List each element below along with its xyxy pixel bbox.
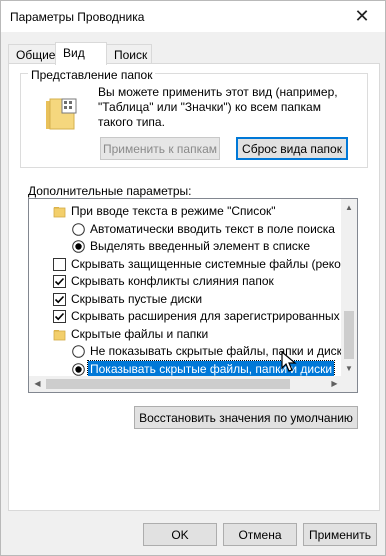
- explorer-options-dialog: Параметры Проводника ✕ Общие Вид Поиск П…: [0, 0, 386, 556]
- cancel-button[interactable]: Отмена: [223, 523, 297, 546]
- tree-row[interactable]: Выделять введенный элемент в списке: [29, 238, 343, 255]
- mouse-pointer-icon: [281, 351, 297, 372]
- tree-row-label: При вводе текста в режиме "Список": [71, 204, 276, 218]
- radio-icon[interactable]: [72, 345, 85, 358]
- tree-row[interactable]: Скрывать расширения для зарегистрированн…: [29, 308, 343, 325]
- horizontal-scrollbar[interactable]: ◀ ▶: [29, 376, 343, 392]
- tree-row[interactable]: Скрывать пустые диски: [29, 291, 343, 308]
- folder-view-description: Вы можете применить этот вид (например, …: [98, 85, 338, 129]
- restore-defaults-button[interactable]: Восстановить значения по умолчанию: [134, 406, 358, 429]
- folder-icon: [53, 207, 66, 218]
- checkbox-checked-icon[interactable]: [53, 310, 66, 323]
- apply-to-folders-button[interactable]: Применить к папкам: [100, 137, 220, 160]
- close-icon: ✕: [354, 6, 370, 26]
- tree-row[interactable]: Скрывать конфликты слияния папок: [29, 273, 343, 290]
- vertical-scroll-thumb[interactable]: [344, 311, 354, 359]
- tree-row-label: Выделять введенный элемент в списке: [90, 239, 310, 253]
- tree-row-label: Скрывать расширения для зарегистрированн…: [71, 309, 343, 323]
- vertical-scrollbar[interactable]: ▲ ▼: [341, 199, 357, 377]
- tree-row-label: Скрывать защищенные системные файлы (рек…: [71, 256, 343, 271]
- apply-button[interactable]: Применить: [303, 523, 377, 546]
- tab-general[interactable]: Общие: [8, 44, 56, 64]
- tree-row[interactable]: Автоматически вводить текст в поле поиск…: [29, 221, 343, 238]
- window-title: Параметры Проводника: [10, 10, 145, 24]
- folder-view-legend: Представление папок: [28, 68, 156, 82]
- tree-row-label: Скрывать конфликты слияния папок: [71, 274, 274, 288]
- tab-view[interactable]: Вид: [55, 42, 107, 65]
- checkbox-icon[interactable]: [53, 257, 66, 271]
- ok-button[interactable]: OK: [143, 523, 217, 546]
- tree-row[interactable]: Скрывать защищенные системные файлы (рек…: [29, 256, 343, 273]
- tree-row-label: Скрывать пустые диски: [71, 291, 203, 306]
- tree-row[interactable]: При вводе текста в режиме "Список": [29, 203, 343, 220]
- scroll-left-icon[interactable]: ◀: [29, 376, 46, 392]
- tab-search[interactable]: Поиск: [106, 44, 152, 64]
- scroll-corner: [341, 376, 357, 392]
- radio-icon[interactable]: [72, 222, 85, 236]
- advanced-settings-label: Дополнительные параметры:: [28, 184, 192, 198]
- tree-row-label: Не показывать скрытые файлы, папки и дис…: [90, 344, 343, 358]
- advanced-settings-tree[interactable]: При вводе текста в режиме "Список" Автома…: [28, 198, 358, 393]
- title-bar[interactable]: Параметры Проводника ✕: [1, 1, 385, 32]
- horizontal-scroll-thumb[interactable]: [46, 379, 290, 389]
- radio-checked-icon[interactable]: [72, 362, 85, 376]
- checkbox-checked-icon[interactable]: [53, 275, 66, 288]
- scroll-down-icon[interactable]: ▼: [341, 360, 357, 377]
- reset-folders-button[interactable]: Сброс вида папок: [236, 137, 348, 160]
- tree-row-label: Автоматически вводить текст в поле поиск…: [90, 221, 335, 236]
- radio-checked-icon[interactable]: [72, 240, 85, 253]
- tree-row-label: Показывать скрытые файлы, папки и диски: [86, 359, 336, 377]
- checkbox-checked-icon[interactable]: [53, 292, 66, 306]
- folder-view-icon: [46, 98, 77, 130]
- folder-icon: [53, 329, 66, 340]
- close-button[interactable]: ✕: [339, 1, 385, 32]
- tree-row[interactable]: Скрытые файлы и папки: [29, 326, 343, 343]
- tree-row-label: Скрытые файлы и папки: [71, 326, 209, 341]
- scroll-up-icon[interactable]: ▲: [341, 199, 357, 216]
